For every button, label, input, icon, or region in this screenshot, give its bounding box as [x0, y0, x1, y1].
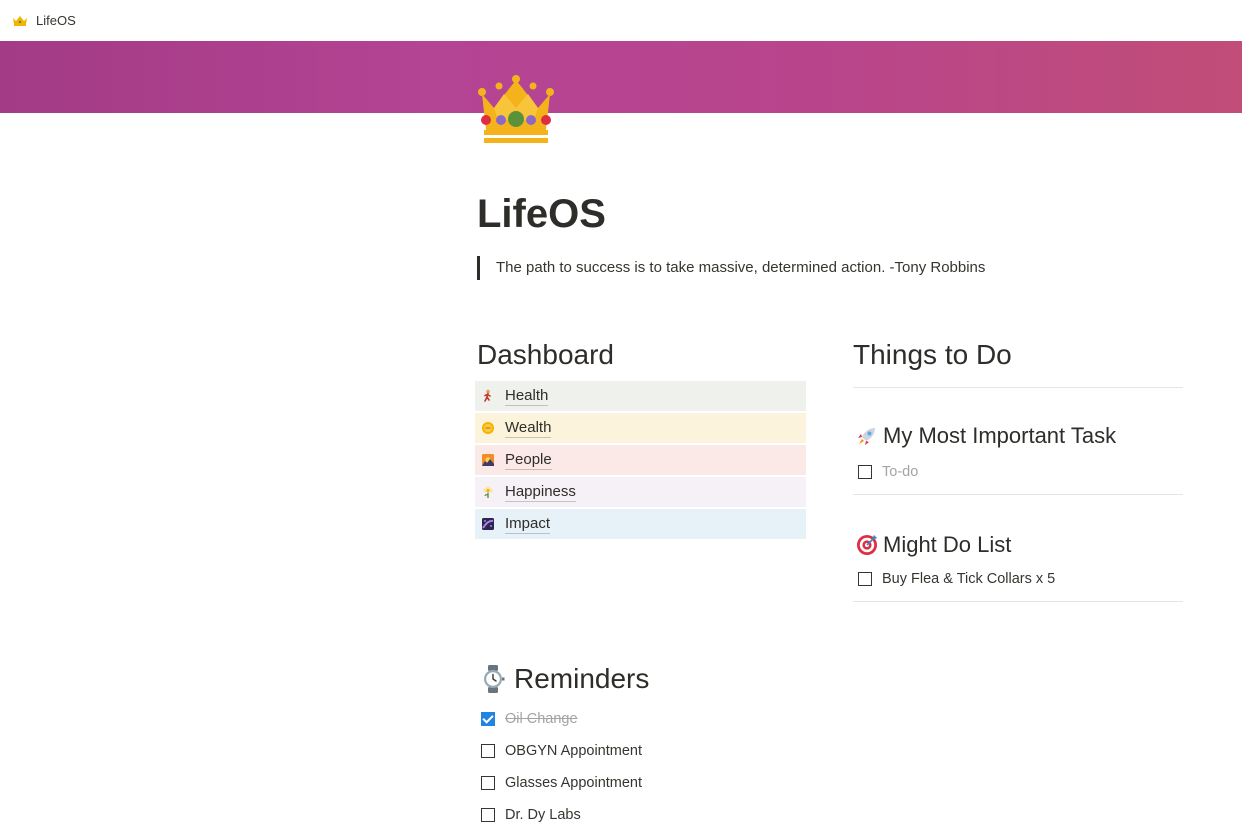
- crown-icon: [13, 16, 27, 26]
- todo-text[interactable]: Buy Flea & Tick Collars x 5: [882, 571, 1055, 587]
- sunset-photo-icon: [482, 454, 494, 466]
- quote-block[interactable]: The path to success is to take massive, …: [477, 256, 985, 280]
- dashboard-item-people[interactable]: People: [475, 445, 806, 475]
- flower-icon: [483, 486, 493, 498]
- todo-checkbox[interactable]: [481, 808, 495, 822]
- dashboard-item-wealth[interactable]: Wealth: [475, 413, 806, 443]
- dashboard-item-impact[interactable]: Impact: [475, 509, 806, 539]
- dashboard-item-label: Health: [505, 386, 549, 406]
- todo-checkbox[interactable]: [858, 572, 872, 586]
- todo-checkbox-checked[interactable]: [481, 712, 495, 726]
- dashboard-item-label: People: [505, 450, 552, 470]
- page-title[interactable]: LifeOS: [477, 186, 606, 242]
- reminders-heading-text: Reminders: [514, 663, 650, 694]
- things-to-do-heading[interactable]: Things to Do: [853, 335, 1012, 375]
- mit-todo[interactable]: To-do: [858, 461, 918, 483]
- rocket-icon: [858, 428, 875, 445]
- might-do-heading-text: Might Do List: [883, 532, 1012, 557]
- dashboard-item-happiness[interactable]: Happiness: [475, 477, 806, 507]
- might-do-heading[interactable]: Might Do List: [855, 530, 1011, 560]
- galaxy-icon: [482, 518, 494, 530]
- dashboard-item-label: Impact: [505, 514, 551, 534]
- todo-checkbox[interactable]: [481, 744, 495, 758]
- page-cover[interactable]: [0, 41, 1242, 113]
- target-icon: [857, 535, 877, 555]
- reminder-item[interactable]: Oil Change: [481, 708, 578, 730]
- coin-icon: [482, 422, 494, 434]
- dashboard-item-label: Wealth: [505, 418, 552, 438]
- dashboard-list: Health Wealth People Happiness Impact: [475, 381, 806, 541]
- watch-icon: [484, 665, 505, 693]
- divider: [853, 494, 1183, 495]
- reminders-heading[interactable]: Reminders: [480, 659, 649, 699]
- todo-text[interactable]: Dr. Dy Labs: [505, 807, 581, 823]
- person-running-icon: [484, 389, 491, 402]
- dashboard-heading[interactable]: Dashboard: [477, 335, 614, 375]
- todo-text[interactable]: Oil Change: [505, 711, 578, 727]
- todo-text[interactable]: Glasses Appointment: [505, 775, 642, 791]
- todo-checkbox[interactable]: [481, 776, 495, 790]
- todo-text[interactable]: OBGYN Appointment: [505, 743, 642, 759]
- might-do-item[interactable]: Buy Flea & Tick Collars x 5: [858, 568, 1055, 590]
- dashboard-item-health[interactable]: Health: [475, 381, 806, 411]
- dashboard-item-label: Happiness: [505, 482, 576, 502]
- todo-checkbox[interactable]: [858, 465, 872, 479]
- reminder-item[interactable]: Glasses Appointment: [481, 772, 642, 794]
- reminder-item[interactable]: OBGYN Appointment: [481, 740, 642, 762]
- window-title[interactable]: LifeOS: [36, 13, 76, 28]
- window-titlebar: LifeOS: [0, 0, 1242, 40]
- mit-heading-text: My Most Important Task: [883, 423, 1117, 448]
- mit-heading[interactable]: My Most Important Task: [855, 421, 1116, 451]
- reminder-item[interactable]: Dr. Dy Labs: [481, 804, 581, 826]
- crown-icon[interactable]: [474, 72, 558, 148]
- divider: [853, 601, 1183, 602]
- divider: [853, 387, 1183, 388]
- todo-placeholder[interactable]: To-do: [882, 464, 918, 480]
